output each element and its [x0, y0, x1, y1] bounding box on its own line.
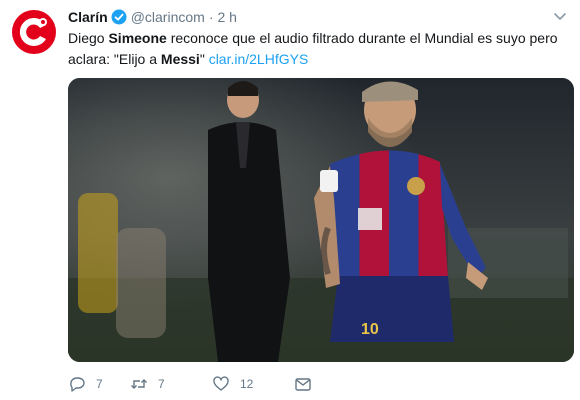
like-count: 12 — [240, 377, 254, 391]
reply-button[interactable]: 7 — [68, 375, 130, 393]
verified-badge-icon — [111, 9, 127, 25]
separator-dot: · — [208, 9, 214, 25]
tweet-actions: 7 7 12 — [68, 374, 312, 394]
author-name[interactable]: Clarín — [68, 8, 108, 26]
reply-count: 7 — [96, 377, 103, 391]
tweet[interactable]: Clarín @clarincom · 2 h Diego Simeone re… — [0, 0, 580, 400]
tweet-text: Diego Simeone reconoce que el audio filt… — [68, 28, 568, 70]
avatar[interactable] — [10, 8, 58, 56]
photo-illustration: 10 — [68, 78, 574, 362]
like-button[interactable]: 12 — [212, 375, 294, 393]
text-part: " — [199, 51, 209, 67]
tweet-header: Clarín @clarincom · 2 h — [68, 8, 237, 26]
chevron-down-icon[interactable] — [552, 8, 568, 24]
retweet-icon — [131, 379, 147, 389]
tweet-photo[interactable]: 10 — [68, 78, 574, 362]
reply-icon — [70, 377, 85, 392]
direct-message-icon — [295, 378, 311, 391]
clarin-logo-icon — [12, 10, 56, 54]
mention-messi: Messi — [160, 51, 200, 67]
timestamp[interactable]: 2 h — [217, 8, 236, 26]
jersey-number: 10 — [361, 321, 379, 338]
tweet-link[interactable]: clar.in/2LHfGYS — [209, 51, 309, 67]
retweet-button[interactable]: 7 — [130, 375, 212, 393]
text-part: Diego — [68, 30, 109, 46]
direct-message-button[interactable] — [294, 375, 312, 393]
author-handle[interactable]: @clarincom — [131, 8, 205, 26]
mention-simeone: Simeone — [108, 30, 167, 46]
retweet-count: 7 — [158, 377, 165, 391]
like-icon — [213, 376, 229, 391]
